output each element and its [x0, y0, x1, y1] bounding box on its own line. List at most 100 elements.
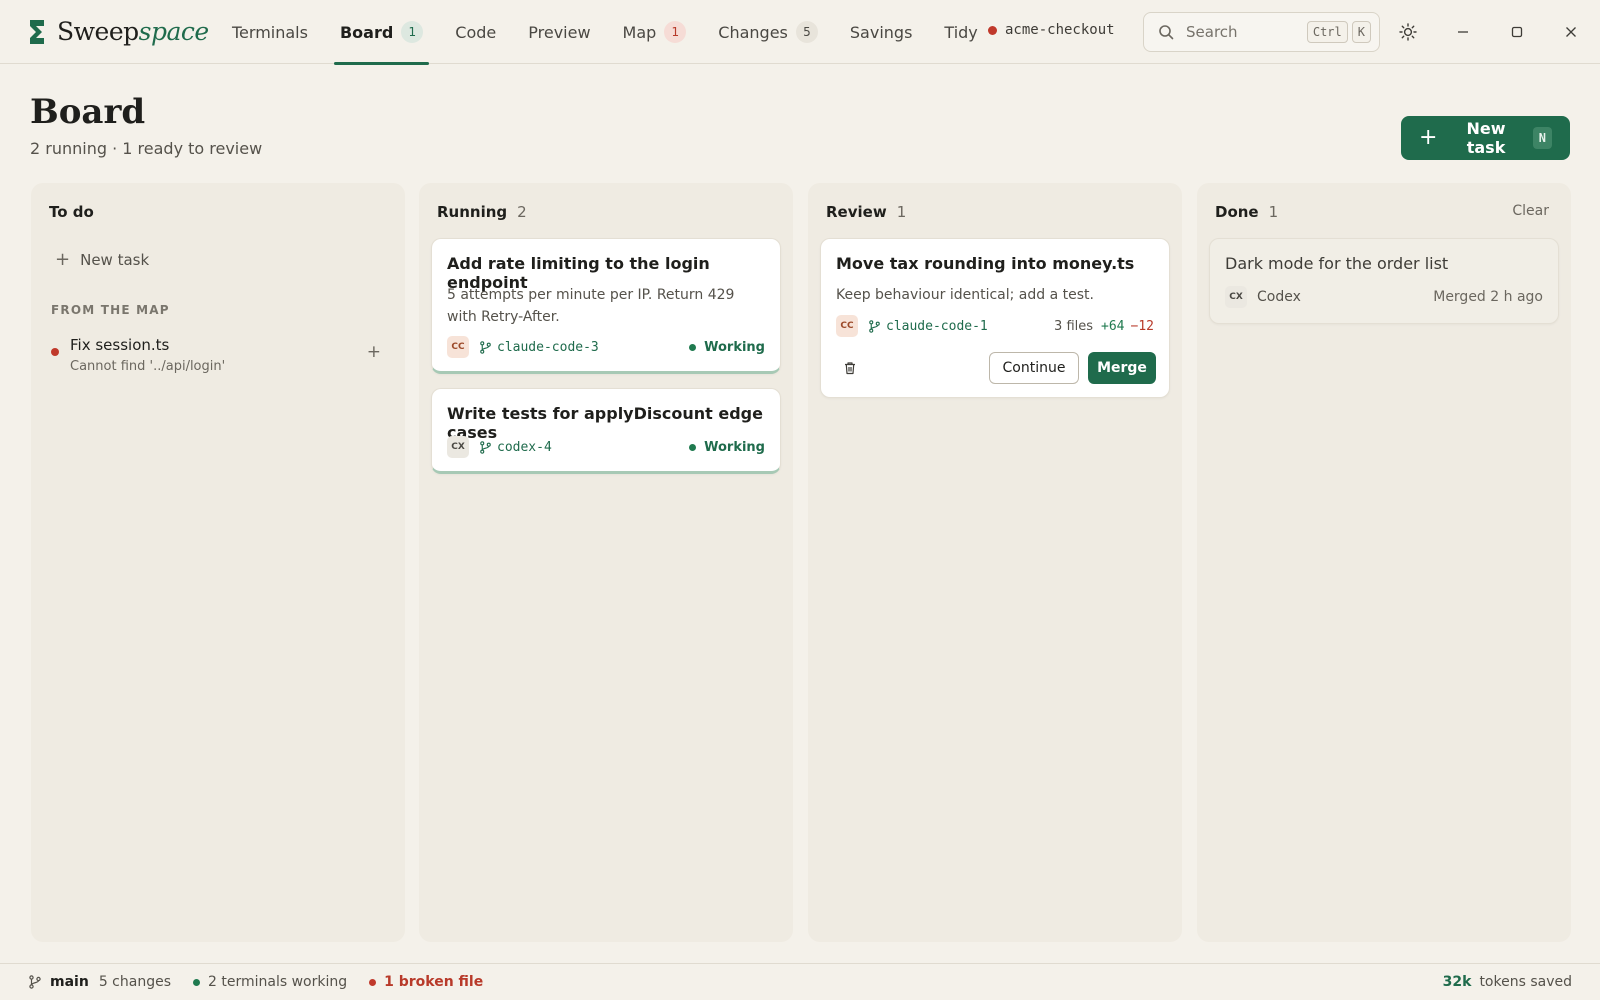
task-meta: CX Codex Merged 2 h ago — [1225, 286, 1543, 308]
merge-button[interactable]: Merge — [1088, 352, 1156, 384]
tab-terminals[interactable]: Terminals — [216, 0, 324, 64]
tab-label: Preview — [528, 22, 591, 42]
tab-code[interactable]: Code — [439, 0, 512, 64]
status-label: Working — [704, 339, 765, 355]
current-branch[interactable]: main — [50, 974, 89, 990]
page-subtitle: 2 running · 1 ready to review — [30, 139, 263, 158]
repo-indicator[interactable]: acme-checkout — [988, 22, 1115, 38]
task-branch: claude-code-1 — [886, 318, 988, 334]
new-task-shortcut: N — [1532, 127, 1552, 149]
agent-badge: CC — [447, 336, 469, 358]
error-dot — [51, 348, 59, 356]
plus-icon: + — [1419, 125, 1438, 150]
task-card[interactable]: Write tests for applyDiscount edge cases… — [431, 388, 781, 474]
task-branch: claude-code-3 — [497, 339, 599, 355]
add-to-board-icon[interactable]: + — [367, 342, 381, 362]
clear-done-button[interactable]: Clear — [1512, 203, 1549, 219]
new-task-button[interactable]: + New task N — [1401, 116, 1570, 160]
merged-time: Merged 2 h ago — [1433, 289, 1543, 305]
review-card[interactable]: Move tax rounding into money.ts Keep beh… — [820, 238, 1170, 398]
task-status: Working — [689, 340, 765, 355]
column-title: Running — [437, 203, 508, 221]
tab-map[interactable]: Map 1 — [607, 0, 703, 64]
repo-status-dot — [988, 25, 997, 35]
tokens-label: tokens saved — [1479, 974, 1572, 990]
search-input[interactable] — [1186, 23, 1303, 41]
status-dot — [689, 443, 697, 451]
task-title: Move tax rounding into money.ts — [836, 254, 1135, 273]
task-branch: codex-4 — [497, 439, 552, 455]
git-branch-icon — [480, 340, 491, 354]
task-meta: CC claude-code-1 3 files +64 −12 — [836, 315, 1154, 337]
top-bar: Sweepspace Terminals Board 1 Code Preview… — [0, 0, 1600, 65]
brand-name: Sweepspace — [57, 17, 209, 46]
minimize-button[interactable] — [1449, 18, 1477, 46]
maximize-button[interactable] — [1503, 18, 1531, 46]
tab-badge: 1 — [401, 21, 424, 43]
shortcut-ctrl: Ctrl — [1306, 21, 1348, 43]
git-branch-icon — [869, 319, 880, 333]
shortcut-k: K — [1351, 21, 1371, 43]
done-card[interactable]: Dark mode for the order list CX Codex Me… — [1209, 238, 1559, 324]
column-todo: To do + New task FROM THE MAP Fix sessio… — [31, 183, 405, 942]
column-done: Done 1 Clear Dark mode for the order lis… — [1197, 183, 1571, 942]
task-description: 5 attempts per minute per IP. Return 429… — [447, 287, 735, 325]
tab-badge: 1 — [664, 21, 687, 43]
column-header: To do — [49, 203, 94, 221]
tab-label: Changes — [718, 22, 788, 42]
git-branch-icon — [480, 440, 491, 454]
changes-count[interactable]: 5 changes — [99, 974, 171, 990]
column-title: Done — [1215, 203, 1259, 221]
tab-savings[interactable]: Savings — [834, 0, 929, 64]
sweepspace-logo-icon — [30, 20, 44, 44]
tab-label: Tidy — [944, 22, 978, 42]
map-item-subtitle: Cannot find '../api/login' — [70, 359, 226, 374]
column-review: Review 1 Move tax rounding into money.ts… — [808, 183, 1182, 942]
theme-toggle-button[interactable] — [1394, 18, 1422, 46]
column-title: To do — [49, 203, 94, 221]
task-card[interactable]: Add rate limiting to the login endpoint … — [431, 238, 781, 374]
agent-badge: CC — [836, 315, 858, 337]
trash-icon[interactable] — [843, 361, 857, 375]
tab-label: Map — [622, 22, 657, 42]
tokens-value: 32k — [1442, 974, 1472, 990]
column-running: Running 2 Add rate limiting to the login… — [419, 183, 793, 942]
tab-tidy[interactable]: Tidy — [928, 0, 993, 64]
continue-button[interactable]: Continue — [989, 352, 1079, 384]
task-description: Keep behaviour identical; add a test. — [836, 287, 1094, 303]
tab-changes[interactable]: Changes 5 — [702, 0, 834, 64]
column-header: Done 1 — [1215, 203, 1278, 221]
map-item-title: Fix session.ts — [70, 336, 170, 354]
task-meta: CC claude-code-3 Working — [447, 336, 765, 358]
tab-label: Savings — [849, 22, 913, 42]
section-label: FROM THE MAP — [51, 303, 170, 317]
maximize-icon — [1511, 26, 1523, 38]
terminals-status[interactable]: 2 terminals working — [193, 974, 347, 990]
broken-files-status[interactable]: 1 broken file — [369, 974, 483, 990]
add-task-label: New task — [80, 250, 150, 269]
lines-added: +64 — [1101, 318, 1125, 334]
repo-name: acme-checkout — [1005, 22, 1115, 38]
task-status: Working — [689, 440, 765, 455]
status-dot — [193, 978, 200, 986]
tab-label: Board — [339, 22, 394, 42]
tab-preview[interactable]: Preview — [512, 0, 606, 64]
column-header: Running 2 — [437, 203, 527, 221]
tokens-saved[interactable]: 32k tokens saved — [1443, 974, 1572, 990]
add-task-link[interactable]: + New task — [55, 249, 149, 270]
status-bar: main 5 changes 2 terminals working 1 bro… — [0, 963, 1600, 1000]
task-meta: CX codex-4 Working — [447, 436, 765, 458]
close-window-button[interactable] — [1557, 18, 1585, 46]
brand-logo[interactable]: Sweepspace — [27, 18, 209, 46]
column-header: Review 1 — [826, 203, 906, 221]
column-count: 2 — [517, 203, 527, 221]
search-icon — [1159, 25, 1174, 40]
minimize-icon — [1458, 31, 1468, 33]
tab-badge: 5 — [795, 21, 818, 43]
new-task-label: New task — [1466, 119, 1506, 157]
agent-name: Codex — [1257, 289, 1301, 305]
map-item[interactable]: Fix session.ts Cannot find '../api/login… — [51, 336, 381, 376]
tab-board[interactable]: Board 1 — [324, 0, 439, 65]
status-label: Working — [704, 439, 765, 455]
search-box[interactable]: Ctrl K — [1143, 12, 1380, 52]
